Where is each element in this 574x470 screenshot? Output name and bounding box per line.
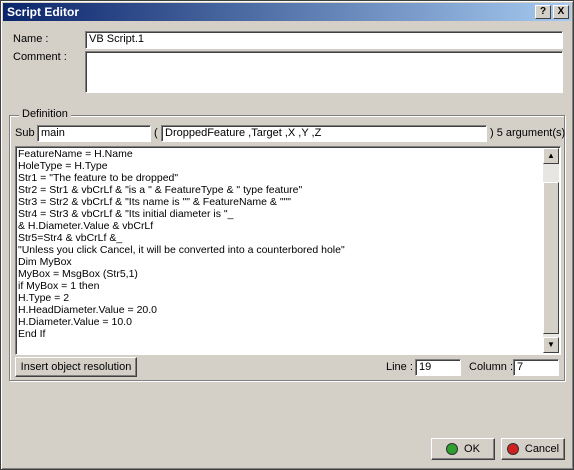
code-line: End If xyxy=(18,328,46,340)
code-line: Dim MyBox xyxy=(18,256,72,268)
help-button[interactable]: ? xyxy=(535,5,551,19)
code-line: Str2 = Str1 & vbCrLf & "is a " & Feature… xyxy=(18,184,303,196)
name-input[interactable]: VB Script.1 xyxy=(85,31,563,49)
sub-name-input[interactable]: main xyxy=(37,125,151,142)
ok-button[interactable]: OK xyxy=(431,438,495,460)
scroll-down-icon[interactable]: ▼ xyxy=(543,337,559,353)
column-label: Column : xyxy=(469,361,514,373)
definition-label: Definition xyxy=(19,108,71,120)
code-line: MyBox = MsgBox (Str5,1) xyxy=(18,268,138,280)
code-line: if MyBox = 1 then xyxy=(18,280,100,292)
script-editor-window: Script Editor ? X Name : VB Script.1 Com… xyxy=(0,0,574,470)
window-title: Script Editor xyxy=(7,5,80,19)
comment-label: Comment : xyxy=(13,51,67,63)
scroll-up-icon[interactable]: ▲ xyxy=(543,148,559,164)
cancel-label: Cancel xyxy=(524,443,560,455)
code-line: Str1 = "The feature to be dropped" xyxy=(18,172,179,184)
code-line: Str3 = Str2 & vbCrLf & "Its name is "" &… xyxy=(18,196,291,208)
code-line: H.HeadDiameter.Value = 20.0 xyxy=(18,304,158,316)
cancel-button[interactable]: Cancel xyxy=(501,438,565,460)
cancel-icon xyxy=(506,443,519,456)
ok-label: OK xyxy=(464,443,480,455)
comment-textarea[interactable] xyxy=(85,51,563,93)
code-line: HoleType = H.Type xyxy=(18,160,108,172)
open-paren: ( xyxy=(154,127,158,139)
arguments-input[interactable]: DroppedFeature ,Target ,X ,Y ,Z xyxy=(161,125,487,142)
code-editor[interactable]: FeatureName = H.Name HoleType = H.Type S… xyxy=(15,146,561,355)
code-line: "Unless you click Cancel, it will be con… xyxy=(18,244,345,256)
scroll-thumb[interactable] xyxy=(543,182,559,334)
name-label: Name : xyxy=(13,33,49,45)
code-lines: FeatureName = H.Name HoleType = H.Type S… xyxy=(18,148,542,353)
close-button[interactable]: X xyxy=(553,5,569,19)
code-line: H.Diameter.Value = 10.0 xyxy=(18,316,132,328)
code-line: FeatureName = H.Name xyxy=(18,148,133,160)
code-line: Str4 = Str3 & vbCrLf & "Its initial diam… xyxy=(18,208,234,220)
title-bar[interactable]: Script Editor ? X xyxy=(3,3,571,21)
line-label: Line : xyxy=(386,361,413,373)
line-number-field: 19 xyxy=(415,359,461,376)
code-line: H.Type = 2 xyxy=(18,292,70,304)
insert-object-resolution-button[interactable]: Insert object resolution xyxy=(15,357,137,377)
code-line: & H.Diameter.Value & vbCrLf xyxy=(18,220,154,232)
vertical-scrollbar[interactable]: ▲ ▼ xyxy=(543,148,559,353)
argument-count: ) 5 argument(s) xyxy=(490,127,566,139)
ok-icon xyxy=(446,443,459,456)
code-line: Str5=Str4 & vbCrLf &_ xyxy=(18,232,123,244)
sub-label: Sub xyxy=(15,127,35,139)
column-number-field: 7 xyxy=(513,359,559,376)
